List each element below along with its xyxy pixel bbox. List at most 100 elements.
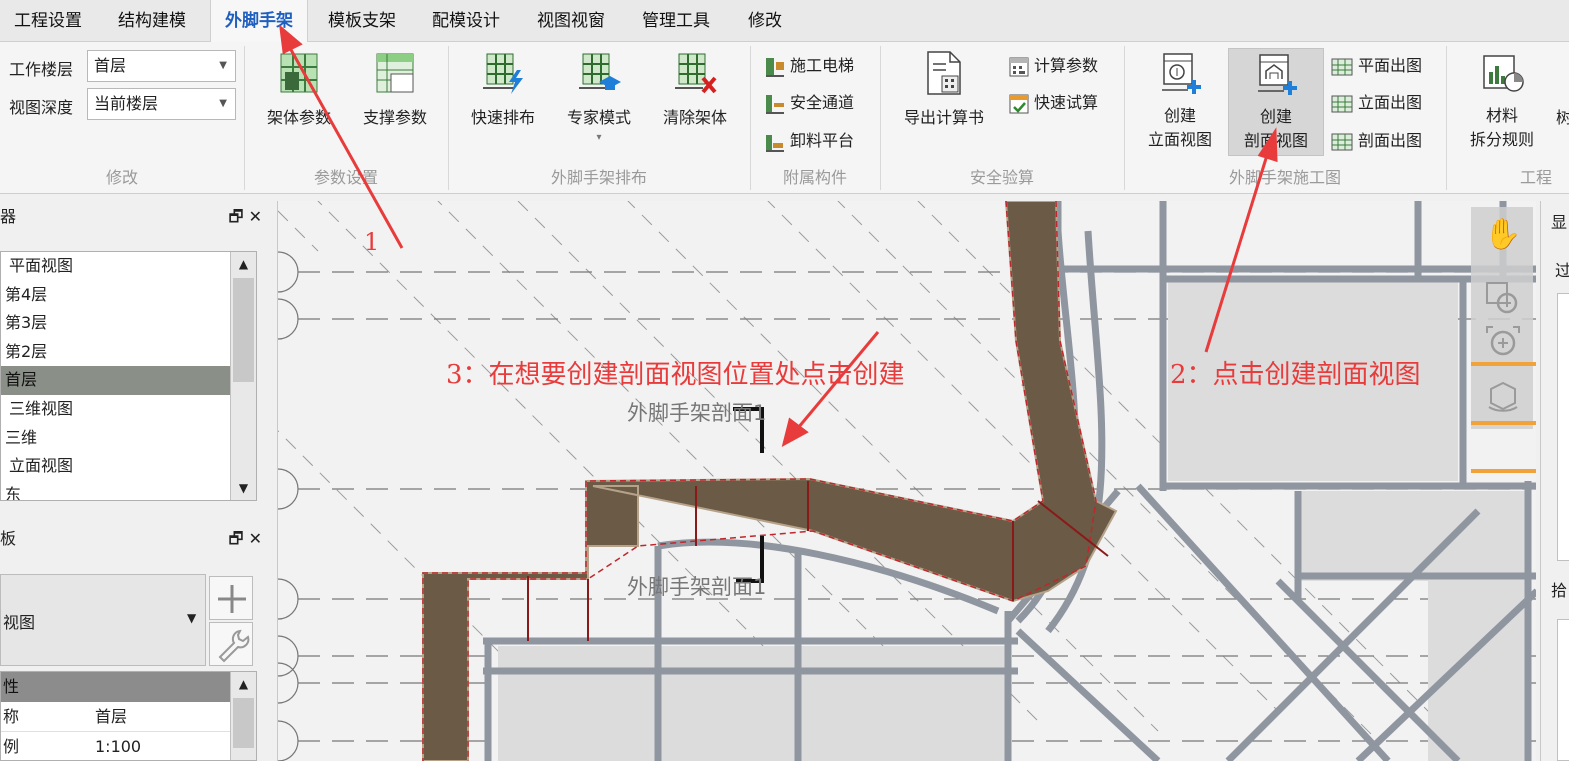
plan-output-icon bbox=[1331, 58, 1353, 75]
create-section-view-label-2: 剖面视图 bbox=[1243, 131, 1308, 150]
menu-view-window[interactable]: 视图视窗 bbox=[525, 0, 617, 42]
create-section-view-button[interactable]: 创建 剖面视图 bbox=[1228, 48, 1324, 156]
restore-icon[interactable]: 🗗 bbox=[228, 207, 243, 226]
wrench-icon bbox=[218, 629, 250, 663]
ribbon: 工作楼层 首层 ▼ 视图深度 当前楼层 ▼ 修改 架体参数 支撑参数 参数设置 快速… bbox=[0, 42, 1569, 194]
zoom-in-icon[interactable] bbox=[1483, 323, 1523, 363]
panel-controls: 🗗 ✕ bbox=[228, 200, 262, 234]
elevator-label: 施工电梯 bbox=[790, 56, 855, 75]
plan-output-button[interactable]: 平面出图 bbox=[1330, 53, 1422, 79]
support-params-button[interactable]: 支撑参数 bbox=[354, 50, 436, 136]
properties-section-title: 性 bbox=[3, 677, 20, 696]
frame-params-button[interactable]: 架体参数 bbox=[258, 50, 340, 136]
export-calc-book-label: 导出计算书 bbox=[903, 108, 984, 127]
next-ribbon-button[interactable]: 树 bbox=[1556, 104, 1569, 134]
section-output-button[interactable]: 剖面出图 bbox=[1330, 128, 1422, 154]
tree-item-ground-floor[interactable]: 首层 bbox=[1, 366, 232, 395]
prop-key: 称 bbox=[3, 707, 20, 726]
scrollbar-thumb[interactable] bbox=[233, 278, 254, 382]
scroll-down-icon[interactable]: ▼ bbox=[231, 476, 256, 500]
work-floor-value: 首层 bbox=[94, 56, 127, 75]
close-icon[interactable]: ✕ bbox=[249, 207, 262, 226]
prop-row[interactable]: 称 首层 bbox=[1, 702, 231, 732]
section-output-label: 剖面出图 bbox=[1358, 131, 1423, 150]
tree-scrollbar[interactable]: ▲ ▼ bbox=[230, 252, 256, 500]
tree-item-3d-views[interactable]: 三维视图 bbox=[1, 395, 256, 424]
properties-scrollbar[interactable]: ▲ bbox=[230, 672, 256, 760]
export-calc-book-button[interactable]: 导出计算书 bbox=[894, 50, 994, 136]
annotation-step-3: 3：在想要创建剖面视图位置处点击创建 bbox=[446, 360, 905, 390]
scaffold-delete-icon bbox=[675, 53, 717, 94]
work-floor-select[interactable]: 首层 ▼ bbox=[87, 50, 236, 82]
right-panel-box-2[interactable] bbox=[1557, 619, 1569, 761]
menu-external-scaffold[interactable]: 外脚手架 bbox=[210, 0, 308, 42]
unloading-platform-label: 卸料平台 bbox=[790, 131, 855, 150]
unloading-platform-button[interactable]: 卸料平台 bbox=[764, 128, 854, 154]
right-panel-label-filter: 过 bbox=[1555, 261, 1569, 280]
clear-frame-button[interactable]: 清除架体 bbox=[654, 50, 736, 136]
prop-key: 例 bbox=[3, 737, 20, 756]
elevator-button[interactable]: 施工电梯 bbox=[764, 53, 854, 79]
create-elevation-view-button[interactable]: 创建 立面视图 bbox=[1138, 50, 1222, 158]
menu-modify[interactable]: 修改 bbox=[736, 0, 794, 42]
right-panel-title: 显 bbox=[1551, 213, 1568, 232]
tree-item-3d[interactable]: 三维 bbox=[1, 424, 256, 453]
right-panel: 显 过 拾 bbox=[1540, 201, 1569, 761]
scaffold-grid-icon bbox=[280, 53, 318, 93]
elevation-output-button[interactable]: 立面出图 bbox=[1330, 90, 1422, 116]
calculator-document-icon bbox=[927, 51, 961, 95]
safety-passage-icon bbox=[766, 94, 784, 114]
tree-item-east[interactable]: 东 bbox=[1, 481, 256, 500]
elevation-view-add-icon bbox=[1162, 53, 1201, 94]
elevation-output-icon bbox=[1331, 95, 1353, 112]
material-split-rules-button[interactable]: 材料 拆分规则 bbox=[1460, 50, 1544, 158]
drawing-canvas[interactable]: ✋ 外脚手架剖面1 外脚手架剖面1 bbox=[277, 201, 1536, 761]
menu-mold-design[interactable]: 配模设计 bbox=[420, 0, 512, 42]
unloading-platform-icon bbox=[766, 134, 784, 152]
calc-params-button[interactable]: 计算参数 bbox=[1008, 53, 1098, 79]
properties-section-header[interactable]: 性 bbox=[1, 672, 231, 702]
scroll-up-icon[interactable]: ▲ bbox=[231, 252, 256, 276]
close-icon[interactable]: ✕ bbox=[249, 529, 262, 548]
type-selector[interactable]: 视图 ▼ bbox=[0, 574, 206, 666]
rotate-3d-icon[interactable] bbox=[1483, 377, 1523, 417]
chevron-down-icon[interactable]: ▾ bbox=[558, 132, 640, 143]
restore-icon[interactable]: 🗗 bbox=[228, 529, 243, 548]
menu-project-settings[interactable]: 工程设置 bbox=[2, 0, 94, 42]
menu-structure-modeling[interactable]: 结构建模 bbox=[106, 0, 198, 42]
tree-item-floor-3[interactable]: 第3层 bbox=[1, 309, 256, 338]
calc-params-icon bbox=[1009, 57, 1029, 76]
tree-item-elevation-views[interactable]: 立面视图 bbox=[1, 452, 256, 481]
section-label-top: 外脚手架剖面1 bbox=[627, 401, 767, 425]
tree-item-plan-views[interactable]: 平面视图 bbox=[1, 252, 256, 281]
quick-layout-button[interactable]: 快速排布 bbox=[462, 50, 544, 136]
quick-trial-button[interactable]: 快速试算 bbox=[1008, 90, 1098, 116]
group-label-engineering: 工程 bbox=[1520, 168, 1553, 186]
section-view-add-icon bbox=[1258, 54, 1297, 95]
expert-mode-button[interactable]: 专家模式 ▾ bbox=[558, 50, 640, 150]
menu-bar: 工程设置 结构建模 外脚手架 模板支架 配模设计 视图视窗 管理工具 修改 bbox=[0, 0, 1569, 42]
prop-row[interactable]: 例 1:100 bbox=[1, 732, 231, 760]
material-label-1: 材料 bbox=[1485, 106, 1518, 125]
add-button[interactable] bbox=[209, 576, 253, 620]
right-panel-box[interactable] bbox=[1557, 293, 1569, 561]
edit-type-button[interactable] bbox=[209, 622, 253, 666]
pan-hand-icon[interactable]: ✋ bbox=[1483, 217, 1523, 257]
right-panel-label-pick: 拾 bbox=[1551, 581, 1568, 600]
view-depth-select[interactable]: 当前楼层 ▼ bbox=[87, 88, 236, 120]
prop-value: 1:100 bbox=[95, 737, 142, 756]
zoom-window-icon[interactable] bbox=[1483, 279, 1523, 319]
menu-management-tools[interactable]: 管理工具 bbox=[630, 0, 722, 42]
chevron-down-icon[interactable]: ▼ bbox=[187, 611, 196, 625]
material-label-2: 拆分规则 bbox=[1469, 130, 1534, 149]
material-chart-icon bbox=[1483, 55, 1524, 92]
browser-panel-header: 器 🗗 ✕ bbox=[0, 200, 270, 234]
tree-item-floor-4[interactable]: 第4层 bbox=[1, 281, 256, 310]
project-browser-tree: 平面视图 第4层 第3层 第2层 首层 三维视图 三维 立面视图 东 ▲ ▼ bbox=[0, 251, 257, 501]
safety-passage-button[interactable]: 安全通道 bbox=[764, 90, 854, 116]
tree-item-floor-2[interactable]: 第2层 bbox=[1, 338, 256, 367]
scroll-up-icon[interactable]: ▲ bbox=[231, 672, 256, 696]
scrollbar-thumb[interactable] bbox=[233, 698, 254, 748]
menu-formwork-support[interactable]: 模板支架 bbox=[316, 0, 408, 42]
chevron-down-icon: ▼ bbox=[219, 98, 227, 109]
